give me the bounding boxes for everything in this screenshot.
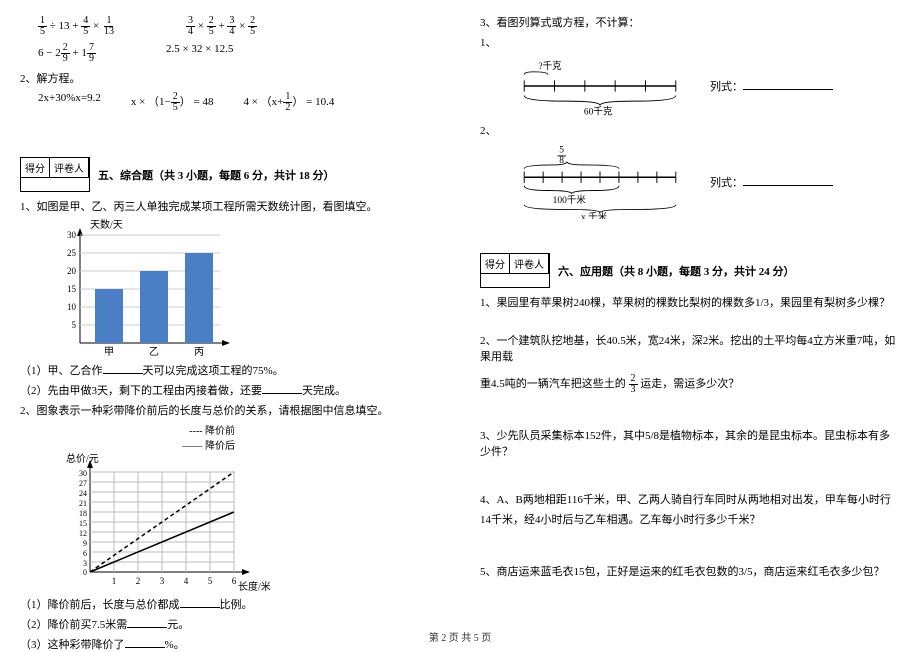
svg-text:60千克: 60千克 <box>584 106 613 116</box>
svg-text:100千米: 100千米 <box>553 194 587 206</box>
svg-text:长度/米: 长度/米 <box>238 580 270 592</box>
arith-row-2: 6 − 229 + 179 2.5 × 32 × 12.5 <box>38 43 440 64</box>
svg-text:3: 3 <box>160 576 165 586</box>
svg-text:天数/天: 天数/天 <box>90 218 123 231</box>
q5-1-2: （2）先由甲做3天，剩下的工程由丙接着做，还要天完成。 <box>20 382 440 398</box>
section-5-header: 得分 评卷人 五、综合题（共 3 小题，每题 6 分，共计 18 分） <box>20 157 440 192</box>
svg-text:乙: 乙 <box>149 346 159 358</box>
q6-2a: 2、一个建筑队挖地基，长40.5米，宽24米，深2米。挖出的土平均每4立方米重7… <box>480 332 900 364</box>
q5-2-text: 2、图象表示一种彩带降价前后的长度与总价的关系，请根据图中信息填空。 <box>20 402 440 418</box>
svg-text:1: 1 <box>112 576 117 586</box>
sub1-label: 1、 <box>480 34 900 50</box>
lieshi-label: 列式： <box>710 78 833 94</box>
blank-input[interactable] <box>743 174 833 186</box>
svg-text:4: 4 <box>184 576 189 586</box>
svg-text:2: 2 <box>136 576 141 586</box>
chart-legend: ---- 降价前—— 降价后 <box>60 422 235 452</box>
score-box: 得分 评卷人 <box>480 253 550 288</box>
q3-title: 3、看图列算式或方程，不计算： <box>480 14 900 30</box>
svg-text:甲: 甲 <box>104 347 114 358</box>
page-footer: 第 2 页 共 5 页 <box>0 629 920 644</box>
svg-text:10: 10 <box>67 302 77 312</box>
svg-text:18: 18 <box>79 509 87 518</box>
blank-input[interactable] <box>743 78 833 90</box>
svg-text:25: 25 <box>67 248 77 258</box>
line-chart: ---- 降价前—— 降价后 总价/元 30 27 24 21 18 15 12… <box>60 422 440 592</box>
q6-2b: 重4.5吨的一辆汽车把这些土的 23 运走，需运多少次？ <box>480 374 900 395</box>
q6-5: 5、商店运来蓝毛衣15包，正好是运来的红毛衣包数的3/5，商店运来红毛衣多少包？ <box>480 563 900 579</box>
eq2: x × （1−25） = 48 <box>131 92 214 113</box>
bar-chart: 天数/天 5 10 15 20 25 30 甲 乙 丙 <box>50 218 440 358</box>
svg-text:30: 30 <box>79 469 87 478</box>
svg-text:x 千米: x 千米 <box>581 211 608 219</box>
score-box: 得分 评卷人 <box>20 157 90 192</box>
blank-input[interactable] <box>127 616 167 628</box>
q5-1-1: （1）甲、乙合作天可以完成这项工程的75%。 <box>20 362 440 378</box>
svg-text:5: 5 <box>72 320 77 330</box>
equations-row: 2x+30%x=9.2 x × （1−25） = 48 4 × （x+12） =… <box>38 92 440 113</box>
svg-text:丙: 丙 <box>194 347 204 358</box>
svg-text:21: 21 <box>79 499 87 508</box>
eq3: 4 × （x+12） = 10.4 <box>243 92 334 113</box>
q5-1-text: 1、如图是甲、乙、丙三人单独完成某项工程所需天数统计图，看图填空。 <box>20 198 440 214</box>
blank-input[interactable] <box>262 382 302 394</box>
svg-text:12: 12 <box>79 529 87 538</box>
svg-text:30: 30 <box>67 230 77 240</box>
diagram-2: 58 100千米 x 千米 列式： <box>510 144 900 219</box>
svg-text:9: 9 <box>83 539 87 548</box>
svg-text:15: 15 <box>67 284 77 294</box>
arith-row-1: 15 ÷ 13 + 45 × 113 34 × 25 + 34 × 25 <box>38 16 440 37</box>
left-column: 15 ÷ 13 + 45 × 113 34 × 25 + 34 × 25 6 −… <box>0 0 460 650</box>
section-6-title: 六、应用题（共 8 小题，每题 3 分，共计 24 分） <box>558 263 795 279</box>
expr-1a: 15 ÷ 13 + 45 × 113 <box>38 16 116 37</box>
expr-2b: 2.5 × 32 × 12.5 <box>166 43 233 64</box>
q2-title: 2、解方程。 <box>20 70 440 86</box>
svg-text:0: 0 <box>83 568 87 577</box>
expr-1b: 34 × 25 + 34 × 25 <box>186 16 257 37</box>
svg-text:6: 6 <box>232 576 237 586</box>
svg-text:20: 20 <box>67 266 77 276</box>
blank-input[interactable] <box>180 596 220 608</box>
section-6-header: 得分 评卷人 六、应用题（共 8 小题，每题 3 分，共计 24 分） <box>480 253 900 288</box>
lieshi-label-2: 列式： <box>710 174 833 190</box>
svg-text:6: 6 <box>83 549 87 558</box>
right-column: 3、看图列算式或方程，不计算： 1、 ?千克 60千克 列式： 2、 58 <box>460 0 920 650</box>
svg-text:3: 3 <box>83 559 87 568</box>
section-5-title: 五、综合题（共 3 小题，每题 6 分，共计 18 分） <box>98 167 335 183</box>
svg-text:15: 15 <box>79 519 87 528</box>
q5-2-1: （1）降价前后，长度与总价都成比例。 <box>20 596 440 612</box>
blank-input[interactable] <box>103 362 143 374</box>
diagram-1: ?千克 60千克 列式： <box>510 56 900 116</box>
eq1: 2x+30%x=9.2 <box>38 92 101 113</box>
svg-text:?千克: ?千克 <box>538 61 562 72</box>
expr-2a: 6 − 229 + 179 <box>38 43 96 64</box>
svg-text:27: 27 <box>79 479 87 488</box>
svg-text:5: 5 <box>208 576 213 586</box>
sub2-label: 2、 <box>480 122 900 138</box>
q6-3: 3、少先队员采集标本152件，其中5/8是植物标本，其余的是昆虫标本。昆虫标本有… <box>480 427 900 459</box>
svg-text:24: 24 <box>79 489 87 498</box>
q6-1: 1、果园里有苹果树240棵，苹果树的棵数比梨树的棵数多1/3，果园里有梨树多少棵… <box>480 294 900 310</box>
q6-4: 4、A、B两地相距116千米，甲、乙两人骑自行车同时从两地相对出发，甲车每小时行… <box>480 491 900 531</box>
svg-text:总价/元: 总价/元 <box>66 452 99 465</box>
